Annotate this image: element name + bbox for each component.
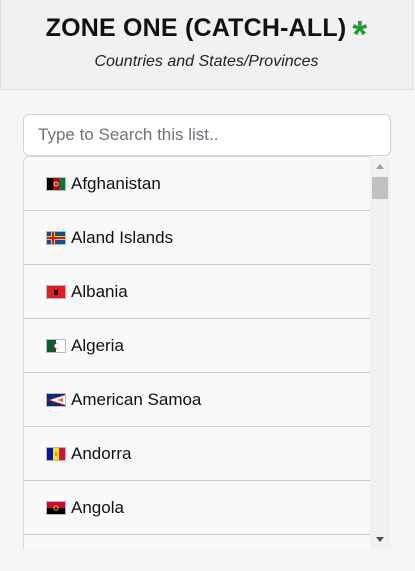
list-item-label: Algeria xyxy=(71,335,124,355)
list-item-label: Aland Islands xyxy=(71,227,174,247)
flag-albania-icon xyxy=(47,285,65,298)
page-title: ZONE ONE (CATCH-ALL) * xyxy=(1,13,412,56)
flag-algeria-icon xyxy=(47,339,65,352)
list-item-label: Andorra xyxy=(71,443,132,463)
list-item-andorra[interactable]: Andorra xyxy=(24,427,371,481)
flag-american-samoa-icon xyxy=(47,393,65,406)
list-item-albania[interactable]: Albania xyxy=(24,265,371,319)
page-title-text: ZONE ONE (CATCH-ALL) xyxy=(45,14,347,42)
list-scrollbar[interactable] xyxy=(370,158,390,548)
list-item-angola[interactable]: Angola xyxy=(24,481,371,535)
list-item-algeria[interactable]: Algeria xyxy=(24,319,371,373)
page-header: ZONE ONE (CATCH-ALL) * Countries and Sta… xyxy=(0,0,413,90)
country-list: Afghanistan Aland Islands Albania Algeri… xyxy=(23,156,372,549)
list-item-afghanistan[interactable]: Afghanistan xyxy=(24,157,371,211)
list-item-american-samoa[interactable]: American Samoa xyxy=(24,373,371,427)
search-input[interactable] xyxy=(23,114,391,156)
list-item-label: Angola xyxy=(71,497,124,517)
scroll-up-arrow-icon[interactable] xyxy=(376,164,384,169)
list-item-label: Albania xyxy=(71,281,128,301)
page-subtitle: Countries and States/Provinces xyxy=(94,53,319,70)
scrollbar-thumb[interactable] xyxy=(372,177,388,199)
list-item-label: Afghanistan xyxy=(71,173,161,193)
list-item-label: American Samoa xyxy=(71,389,202,409)
flag-aland-islands-icon xyxy=(47,231,65,244)
flag-afghanistan-icon xyxy=(47,177,65,190)
flag-andorra-icon xyxy=(47,447,65,460)
list-item-partial[interactable] xyxy=(24,535,371,549)
list-item-aland-islands[interactable]: Aland Islands xyxy=(24,211,371,265)
asterisk-icon: * xyxy=(352,13,368,56)
flag-angola-icon xyxy=(47,501,65,514)
scroll-down-arrow-icon[interactable] xyxy=(376,537,384,542)
